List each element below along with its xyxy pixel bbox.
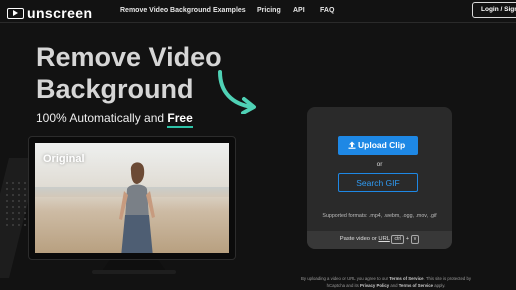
hero-title-line2: Background [36,74,194,104]
login-signup-button[interactable]: Login / Sign [472,2,516,18]
legal-text-3: and [389,283,399,288]
monitor-preview: Original [28,136,236,260]
nav-link-remove-video-background[interactable]: Remove Video Background [120,7,211,14]
legal-text-4: apply. [433,283,446,288]
upload-icon [348,141,356,149]
terms-link-2[interactable]: Terms of Service [399,283,433,288]
logo[interactable]: unscreen [7,5,92,21]
paste-bar: Paste video or URL ctrl + v [307,231,452,249]
curved-arrow-icon [218,70,256,114]
logo-text: unscreen [27,5,93,21]
woman-figure [119,162,155,253]
or-separator: or [376,161,383,168]
nav-link-pricing[interactable]: Pricing [257,7,281,14]
preview-video: Original [35,143,229,253]
monitor-base [92,270,176,274]
upload-clip-button[interactable]: Upload Clip [338,136,418,155]
paste-url-link[interactable]: URL [378,236,389,242]
plus-sign: + [405,236,410,242]
hero-subtitle-free: Free [167,111,193,128]
v-key: v [410,235,420,244]
nav-divider [0,22,516,23]
legal-text-1: By uploading a video or URL you agree to… [301,276,390,281]
search-gif-button[interactable]: Search GIF [338,173,418,192]
hero-title: Remove Video Background [36,41,222,105]
nav-link-faq[interactable]: FAQ [320,7,334,14]
nav-link-examples[interactable]: Examples [213,7,246,14]
top-nav: unscreen Remove Video Background Example… [0,0,516,22]
paste-text: Paste video or [339,236,377,242]
play-icon [7,7,24,19]
privacy-link[interactable]: Privacy Policy [360,283,389,288]
nav-link-api[interactable]: API [293,7,305,14]
legal-notice: By uploading a video or URL you agree to… [300,275,472,289]
upload-clip-label: Upload Clip [358,140,406,150]
ctrl-key: ctrl [391,235,405,244]
supported-formats: Supported formats: .mp4, .webm, .ogg, .m… [322,213,437,219]
original-label: Original [43,153,85,165]
upload-panel: Upload Clip or Search GIF Supported form… [307,107,452,249]
hero-subtitle-prefix: 100% Automatically and [36,111,168,125]
terms-link[interactable]: Terms of Service [389,276,423,281]
hero-title-line1: Remove Video [36,42,222,72]
hero-subtitle: 100% Automatically and Free [36,111,193,128]
